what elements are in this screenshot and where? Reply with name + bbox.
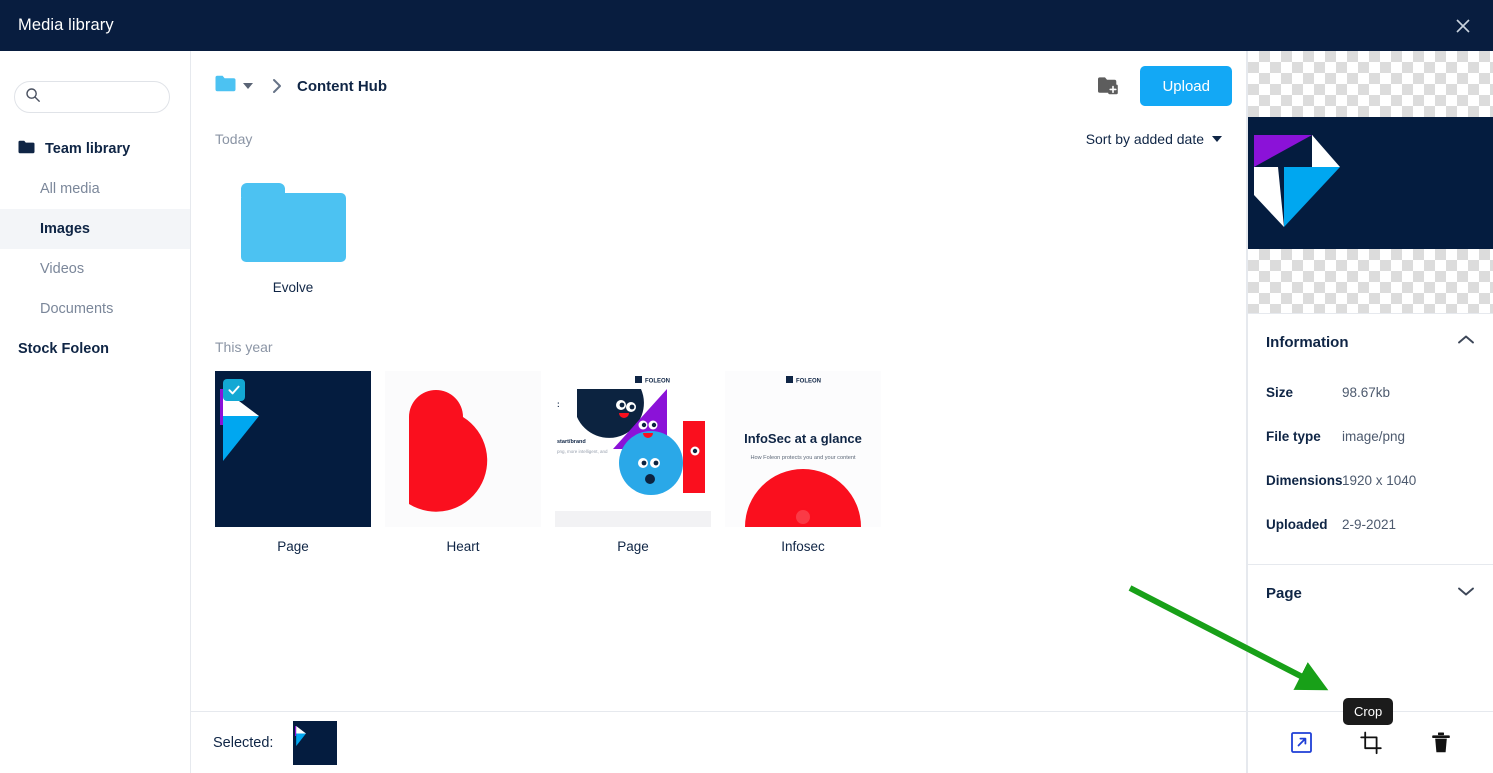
- thumb-art-heart: [385, 371, 541, 527]
- image-card-page-1[interactable]: Page: [215, 371, 371, 554]
- caret-down-icon: [243, 83, 253, 89]
- caret-down-icon: [1212, 136, 1222, 142]
- search-icon: [25, 87, 41, 108]
- sort-by-dropdown[interactable]: Sort by added date: [1086, 131, 1222, 147]
- info-key: Uploaded: [1266, 516, 1328, 532]
- information-section: Information Size 98.67kb File type image…: [1248, 313, 1493, 564]
- sidebar-item-stock-foleon[interactable]: Stock Foleon: [0, 329, 190, 369]
- upload-button[interactable]: Upload: [1140, 66, 1232, 106]
- sidebar-item-label: Videos: [40, 261, 85, 277]
- sidebar: Team library All media Images Videos Doc…: [0, 51, 191, 773]
- content-toolbar: Content Hub Upload: [191, 51, 1246, 121]
- image-grid: Page Heart FOLEON: start/brand png, mor…: [191, 371, 1246, 554]
- section-label: Today: [215, 131, 253, 147]
- new-folder-icon[interactable]: [1092, 71, 1126, 101]
- folder-card-evolve[interactable]: Evolve: [215, 157, 371, 295]
- selected-thumbnail[interactable]: [293, 720, 338, 765]
- page-section: Page: [1248, 564, 1493, 621]
- svg-text::: :: [557, 400, 560, 409]
- image-card-infosec[interactable]: FOLEON InfoSec at a glance How Foleon pr…: [725, 371, 881, 554]
- toolbar-actions: Upload: [1092, 51, 1232, 121]
- sidebar-item-images[interactable]: Images: [0, 209, 190, 249]
- sidebar-item-team-library[interactable]: Team library: [0, 129, 190, 169]
- information-rows: Size 98.67kb File type image/png Dimensi…: [1266, 370, 1475, 564]
- info-key: Size: [1266, 384, 1294, 400]
- info-value: image/png: [1342, 428, 1406, 444]
- details-panel: Information Size 98.67kb File type image…: [1247, 51, 1493, 773]
- page-title: Media library: [18, 16, 114, 34]
- section-label: This year: [215, 339, 273, 355]
- section-title: Information: [1266, 333, 1349, 351]
- chevron-down-icon[interactable]: [1457, 584, 1475, 602]
- section-title: Page: [1266, 584, 1302, 602]
- info-key: Dimensions: [1266, 472, 1343, 488]
- svg-text:How Foleon protects you and yo: How Foleon protects you and your content: [750, 455, 856, 461]
- page-section-header[interactable]: Page: [1266, 565, 1475, 621]
- chevron-up-icon[interactable]: [1457, 333, 1475, 351]
- image-card-heart[interactable]: Heart: [385, 371, 541, 554]
- folder-grid: Evolve: [191, 157, 1246, 295]
- svg-text:FOLEON: FOLEON: [645, 379, 670, 385]
- search-input[interactable]: [47, 89, 157, 105]
- dialog-titlebar: Media library: [0, 0, 1493, 51]
- section-header-this-year: This year: [191, 329, 1246, 365]
- main-content: Content Hub Upload Today Sort by added d…: [191, 51, 1247, 711]
- sidebar-item-label: Documents: [40, 301, 114, 317]
- image-label: Heart: [446, 539, 480, 554]
- thumb-art-shapes: FOLEON : start/brand png, more intellige…: [555, 371, 711, 527]
- selected-check-icon[interactable]: [223, 379, 245, 401]
- thumb-art-page-flag: [293, 720, 338, 765]
- image-label: Infosec: [781, 539, 825, 554]
- image-thumbnail: FOLEON InfoSec at a glance How Foleon pr…: [725, 371, 881, 527]
- image-card-page-2[interactable]: FOLEON : start/brand png, more intellige…: [555, 371, 711, 554]
- chevron-right-icon: [271, 78, 283, 94]
- search-box[interactable]: [14, 81, 170, 113]
- folder-icon: [215, 75, 236, 97]
- close-icon[interactable]: [1445, 8, 1481, 44]
- open-external-icon[interactable]: [1284, 726, 1318, 760]
- sidebar-item-label: Images: [40, 221, 90, 237]
- info-value: 1920 x 1040: [1342, 472, 1417, 488]
- information-section-header[interactable]: Information: [1266, 314, 1475, 370]
- image-label: Page: [617, 539, 649, 554]
- sidebar-item-all-media[interactable]: All media: [0, 169, 190, 209]
- thumb-art-infosec: FOLEON InfoSec at a glance How Foleon pr…: [725, 371, 881, 527]
- sidebar-item-documents[interactable]: Documents: [0, 289, 190, 329]
- image-thumbnail: [385, 371, 541, 527]
- svg-text:FOLEON: FOLEON: [796, 379, 821, 385]
- image-label: Page: [277, 539, 309, 554]
- svg-text:start/brand: start/brand: [557, 439, 586, 445]
- delete-icon[interactable]: [1424, 726, 1458, 760]
- crop-icon[interactable]: [1354, 726, 1388, 760]
- media-library-dialog: Media library Team library All media Ima…: [0, 0, 1493, 773]
- sidebar-item-videos[interactable]: Videos: [0, 249, 190, 289]
- info-row-dimensions: Dimensions 1920 x 1040: [1266, 458, 1475, 502]
- sort-by-label: Sort by added date: [1085, 131, 1204, 147]
- info-value: 98.67kb: [1342, 384, 1391, 400]
- image-thumbnail: [215, 371, 371, 527]
- folder-label: Evolve: [272, 280, 314, 295]
- svg-text:InfoSec at a glance: InfoSec at a glance: [744, 431, 862, 446]
- folder-icon: [240, 183, 346, 262]
- selected-label: Selected:: [213, 734, 274, 751]
- selection-bar: Selected:: [191, 711, 1247, 773]
- svg-text:png, more intelligent, and: png, more intelligent, and: [557, 449, 608, 454]
- folder-icon: [18, 140, 35, 159]
- info-row-uploaded: Uploaded 2-9-2021: [1266, 502, 1475, 546]
- info-row-size: Size 98.67kb: [1266, 370, 1475, 414]
- info-key: File type: [1266, 428, 1321, 444]
- image-thumbnail: FOLEON : start/brand png, more intellige…: [555, 371, 711, 527]
- thumb-art-page-flag: [1248, 117, 1493, 249]
- preview-artwork: [1248, 117, 1493, 249]
- info-row-file-type: File type image/png: [1266, 414, 1475, 458]
- sidebar-item-label: All media: [40, 181, 100, 197]
- sidebar-item-label: Team library: [45, 141, 131, 157]
- image-preview: [1248, 51, 1493, 313]
- breadcrumb-root-folder[interactable]: [215, 75, 253, 97]
- crop-tooltip: Crop: [1343, 698, 1394, 725]
- section-header-today: Today Sort by added date: [191, 121, 1246, 157]
- sidebar-item-label: Stock Foleon: [18, 341, 110, 357]
- info-value: 2-9-2021: [1342, 516, 1397, 532]
- breadcrumb-current: Content Hub: [297, 77, 387, 95]
